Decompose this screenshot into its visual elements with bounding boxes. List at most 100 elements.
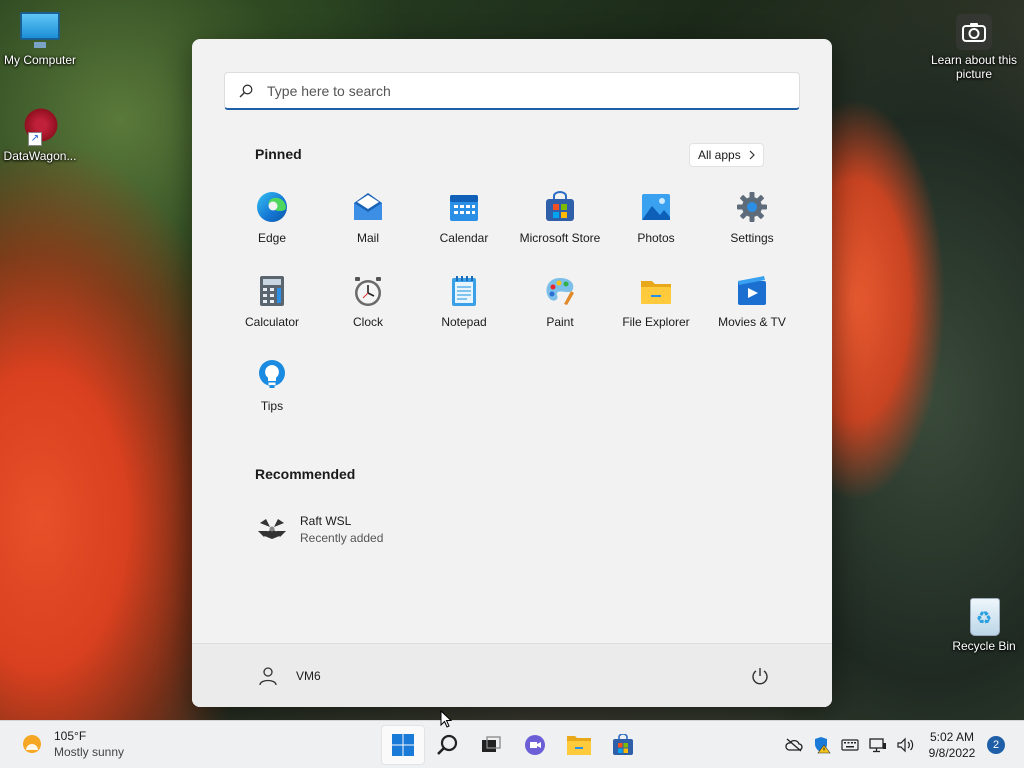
onedrive-offline-icon[interactable] [784, 735, 804, 755]
windows-logo-icon [392, 734, 414, 756]
folder-icon [641, 281, 671, 304]
app-label: Clock [352, 315, 383, 329]
desktop-icon-learn-about-picture[interactable]: Learn about this picture [928, 14, 1020, 81]
app-label: File Explorer [622, 315, 690, 329]
volume-icon[interactable] [896, 735, 916, 755]
recommended-item-name: Raft WSL [300, 513, 352, 528]
desktop-icon-datawagon[interactable]: ↗ DataWagon... [0, 106, 80, 163]
movies-icon [738, 276, 766, 305]
calculator-icon [260, 276, 284, 306]
start-menu-footer: VM6 [192, 643, 832, 707]
camera-icon [956, 14, 992, 50]
desktop-icon-label: My Computer [3, 53, 77, 67]
chat-icon [525, 735, 545, 755]
security-warning-icon[interactable] [812, 735, 832, 755]
app-label: Calendar [439, 231, 489, 245]
mail-icon [354, 193, 382, 220]
recommended-heading: Recommended [255, 466, 356, 482]
taskbar-task-view-button[interactable] [469, 725, 513, 765]
search-icon [239, 84, 253, 97]
recommended-item-subtitle: Recently added [300, 530, 384, 545]
weather-temp: 105°F [54, 729, 87, 743]
pinned-app-edge[interactable]: Edge [224, 187, 320, 271]
store-icon [613, 734, 633, 755]
gear-icon [737, 192, 767, 222]
pinned-app-file-explorer[interactable]: File Explorer [608, 271, 704, 355]
app-label: Movies & TV [718, 315, 786, 329]
mouse-cursor-icon [440, 710, 452, 728]
computer-icon [18, 10, 62, 50]
taskbar-start-button[interactable] [381, 725, 425, 765]
app-label: Photos [637, 231, 675, 245]
network-icon[interactable] [868, 735, 888, 755]
search-input[interactable] [267, 82, 767, 99]
weather-widget[interactable]: 105°F Mostly sunny [20, 729, 124, 759]
all-apps-label: All apps [698, 148, 741, 162]
user-name: VM6 [296, 669, 321, 683]
app-label: Calculator [244, 315, 300, 329]
chevron-right-icon [749, 150, 755, 160]
start-menu: Pinned All apps Edge Mail Calendar Micro… [192, 39, 832, 707]
taskbar-clock[interactable]: 5:02 AM 9/8/2022 [920, 729, 984, 761]
power-button[interactable] [748, 664, 772, 688]
pinned-app-tips[interactable]: Tips [224, 355, 320, 439]
paint-icon [546, 278, 574, 305]
pinned-app-photos[interactable]: Photos [608, 187, 704, 271]
power-icon [752, 668, 768, 685]
keyboard-icon[interactable] [840, 735, 860, 755]
taskbar-chat-button[interactable] [513, 725, 557, 765]
pinned-app-mail[interactable]: Mail [320, 187, 416, 271]
desktop-icon-my-computer[interactable]: My Computer [0, 10, 80, 67]
photos-icon [642, 194, 670, 220]
user-icon [254, 662, 282, 690]
pinned-app-notepad[interactable]: Notepad [416, 271, 512, 355]
start-search-box[interactable] [224, 72, 800, 110]
desktop-icon-recycle-bin[interactable]: ♻ Recycle Bin [944, 596, 1024, 653]
clock-icon [355, 277, 381, 306]
system-tray [784, 735, 916, 755]
app-label: Paint [546, 315, 574, 329]
taskbar: 105°F Mostly sunny 5:02 AM 9/8/2022 2 [0, 720, 1024, 768]
weather-condition: Mostly sunny [54, 745, 125, 759]
desktop-icon-label: Learn about this picture [930, 53, 1018, 81]
raft-wsl-icon [258, 519, 286, 539]
pinned-app-microsoft-store[interactable]: Microsoft Store [512, 187, 608, 271]
desktop-icon-label: DataWagon... [3, 149, 77, 163]
clock-time: 5:02 AM [929, 730, 975, 744]
sun-icon [23, 735, 41, 753]
folder-icon [567, 736, 591, 755]
app-label: Settings [730, 231, 774, 245]
taskbar-file-explorer-button[interactable] [557, 725, 601, 765]
taskbar-apps [381, 725, 645, 765]
recycle-bin-icon: ♻ [962, 596, 1006, 636]
pinned-app-calculator[interactable]: Calculator [224, 271, 320, 355]
lightbulb-icon [259, 360, 285, 388]
calendar-icon [450, 195, 478, 221]
app-label: Microsoft Store [519, 231, 601, 245]
app-label: Tips [260, 399, 284, 413]
clock-date: 9/8/2022 [928, 746, 976, 760]
pinned-app-movies-tv[interactable]: Movies & TV [704, 271, 800, 355]
pinned-app-calendar[interactable]: Calendar [416, 187, 512, 271]
recommended-item-raft-wsl[interactable]: Raft WSL Recently added [248, 509, 508, 549]
notification-badge[interactable]: 2 [987, 736, 1005, 754]
app-label: Edge [257, 231, 287, 245]
datawagon-icon: ↗ [18, 106, 62, 146]
pinned-app-clock[interactable]: Clock [320, 271, 416, 355]
user-account-button[interactable]: VM6 [254, 662, 321, 690]
pinned-apps-grid: Edge Mail Calendar Microsoft Store Photo… [224, 187, 800, 439]
app-label: Mail [356, 231, 379, 245]
store-icon [546, 191, 574, 221]
taskbar-store-button[interactable] [601, 725, 645, 765]
pinned-app-settings[interactable]: Settings [704, 187, 800, 271]
pinned-heading: Pinned [255, 146, 302, 162]
all-apps-button[interactable]: All apps [689, 143, 764, 167]
task-view-icon [482, 736, 501, 752]
desktop-icon-label: Recycle Bin [952, 639, 1016, 653]
app-label: Notepad [441, 315, 487, 329]
taskbar-search-button[interactable] [425, 725, 469, 765]
search-icon [437, 734, 458, 755]
notepad-icon [452, 276, 476, 306]
edge-icon [257, 192, 287, 222]
pinned-app-paint[interactable]: Paint [512, 271, 608, 355]
